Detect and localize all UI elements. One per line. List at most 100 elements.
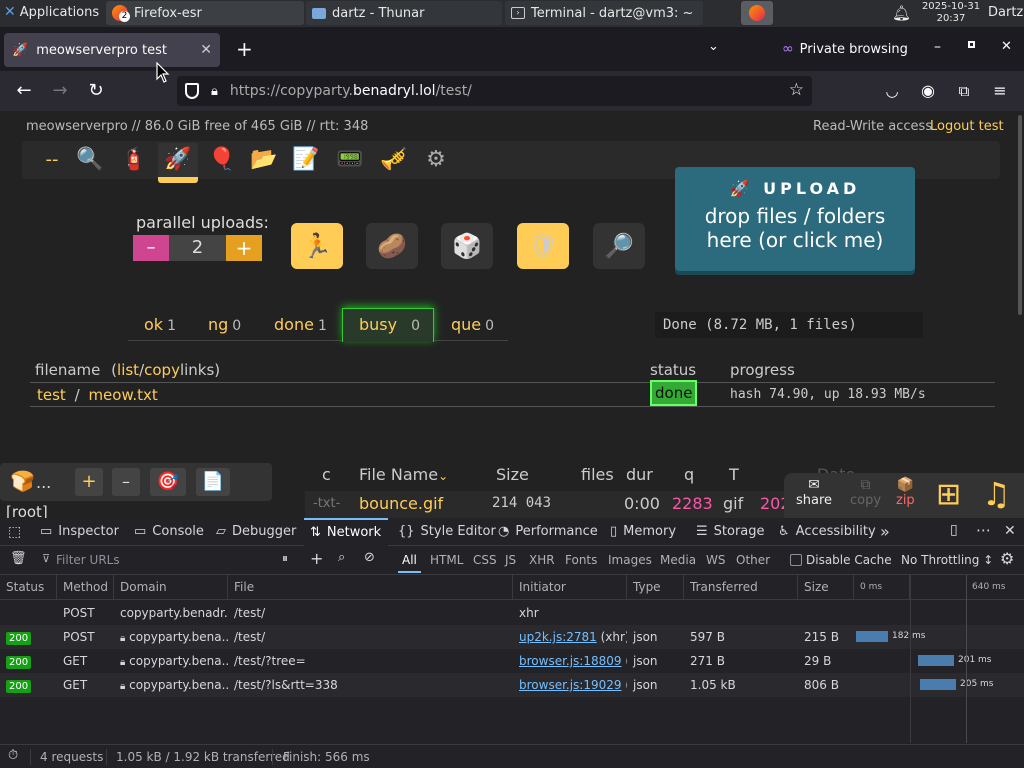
tab-busy[interactable]: busy 0 xyxy=(342,308,434,342)
zip-button[interactable]: 📦 zip xyxy=(896,477,915,508)
fire-extinguisher-icon[interactable]: 🧯 xyxy=(114,143,154,177)
col-size[interactable]: Size xyxy=(798,575,854,600)
devtools-menu-icon[interactable]: ⋯ xyxy=(976,521,991,539)
col-filename-sort[interactable]: File Name⌄ xyxy=(359,465,448,484)
page-icon[interactable]: 📄 xyxy=(196,468,230,496)
filter-ws[interactable]: WS xyxy=(706,553,725,567)
disable-cache-checkbox[interactable] xyxy=(790,554,802,566)
filter-images[interactable]: Images xyxy=(608,553,652,567)
col-domain[interactable]: Domain xyxy=(114,575,228,600)
tab-ok[interactable]: ok 1 xyxy=(128,309,176,341)
filter-urls-input[interactable]: Filter URLs xyxy=(56,553,256,567)
task-terminal[interactable]: › Terminal - dartz@vm3: ~ xyxy=(505,1,703,25)
tree-toggle-ellipsis[interactable]: ... xyxy=(36,473,51,492)
pause-icon[interactable]: ⏸︎ xyxy=(282,551,288,566)
extensions-puzzle-icon[interactable]: ⧉ xyxy=(952,79,976,103)
tab-network[interactable]: ⇅ Network xyxy=(304,518,388,546)
notification-bell-icon[interactable]: 🔔︎ xyxy=(892,4,911,22)
user-menu[interactable]: Dartz xyxy=(988,5,1023,20)
col-method[interactable]: Method xyxy=(57,575,114,600)
reload-icon[interactable]: ↻ xyxy=(84,79,108,103)
copy-links-link[interactable]: copy xyxy=(144,361,180,379)
tree-root-label[interactable]: [root] xyxy=(6,503,48,518)
url-bar[interactable]: 🔒︎ https://copyparty.benadryl.lol/test/ … xyxy=(177,76,812,106)
account-icon[interactable]: ◉ xyxy=(916,79,940,103)
page-scrollbar[interactable] xyxy=(1018,115,1022,315)
filter-html[interactable]: HTML xyxy=(430,553,463,567)
upload-dropzone[interactable]: 🚀 UPLOAD drop files / folders here (or c… xyxy=(675,167,915,271)
rocket-upload-icon[interactable]: 🚀 xyxy=(158,143,198,177)
padlock-icon[interactable]: 🔒︎ xyxy=(211,84,218,99)
dock-side-icon[interactable]: ▯ xyxy=(950,522,958,538)
potato-toggle-icon[interactable]: 🥔 xyxy=(366,223,418,269)
clock[interactable]: 2025-10-31 20:37 xyxy=(916,1,986,25)
col-transferred[interactable]: Transferred xyxy=(684,575,798,600)
filter-other[interactable]: Other xyxy=(736,553,770,567)
maximize-icon[interactable] xyxy=(968,41,975,48)
tab-meowserverpro[interactable]: 🚀 meowserverpro test ✕ xyxy=(4,33,220,67)
runner-toggle-icon[interactable]: 🏃 xyxy=(291,223,343,269)
col-status[interactable]: Status xyxy=(0,575,57,600)
minimize-icon[interactable]: – xyxy=(934,39,941,55)
task-firefox[interactable]: 2 Firefox-esr xyxy=(106,1,304,25)
filter-media[interactable]: Media xyxy=(660,553,696,567)
keyboard-icon[interactable]: 📟 xyxy=(330,143,370,177)
tab-memory[interactable]: ▯ Memory xyxy=(610,518,676,546)
share-button[interactable]: ✉ share xyxy=(796,477,832,508)
dir-link[interactable]: test xyxy=(37,386,66,404)
initiator-link[interactable]: up2k.js:2781 xyxy=(519,630,597,644)
tab-done[interactable]: done 1 xyxy=(258,309,327,341)
request-row[interactable]: POST copyparty.benadr... /test/ xhr xyxy=(0,601,1024,625)
font-decrease-button[interactable]: – xyxy=(112,468,140,496)
clear-trash-icon[interactable]: 🗑︎ xyxy=(10,551,27,566)
parallel-decrease-button[interactable]: – xyxy=(133,235,169,261)
col-initiator[interactable]: Initiator xyxy=(513,575,627,600)
tab-storage[interactable]: ☰ Storage xyxy=(696,518,765,546)
initiator-link[interactable]: browser.js:18809 xyxy=(519,654,622,668)
parallel-count-input[interactable]: 2 xyxy=(169,235,226,261)
tracking-shield-icon[interactable] xyxy=(185,83,199,99)
col-type[interactable]: Type xyxy=(627,575,684,600)
performance-analysis-icon[interactable]: ⏱ xyxy=(8,748,18,763)
filter-xhr[interactable]: XHR xyxy=(529,553,555,567)
col-t[interactable]: T xyxy=(729,465,739,484)
devtools-close-icon[interactable]: ✕ xyxy=(1004,523,1016,539)
search-magnifier-icon[interactable]: 🔍 xyxy=(70,143,110,177)
list-all-tabs-icon[interactable]: ⌄ xyxy=(708,39,719,54)
pocket-icon[interactable]: ◡ xyxy=(880,79,904,103)
col-dur[interactable]: dur xyxy=(626,465,653,484)
target-icon[interactable]: 🎯 xyxy=(150,468,186,496)
col-files[interactable]: files xyxy=(581,465,614,484)
close-window-icon[interactable]: ✕ xyxy=(1001,39,1012,54)
search-toggle-icon[interactable]: 🔎 xyxy=(593,223,645,269)
file-name-link[interactable]: bounce.gif xyxy=(359,494,443,513)
hamburger-menu-icon[interactable]: ≡ xyxy=(988,79,1012,103)
request-row[interactable]: 200 GET 🔒︎ copyparty.bena... /test/?tree… xyxy=(0,649,1024,673)
forward-arrow-icon[interactable]: → xyxy=(48,79,72,103)
grid-view-icon[interactable]: ⊞ xyxy=(936,477,961,512)
file-link[interactable]: meow.txt xyxy=(88,386,157,404)
add-request-icon[interactable]: + xyxy=(310,549,323,568)
tab-inspector[interactable]: ▭ Inspector xyxy=(40,518,119,546)
block-urls-icon[interactable]: ⊘ xyxy=(364,550,375,565)
tab-que[interactable]: que 0 xyxy=(435,309,494,341)
element-picker-icon[interactable]: ⬚ xyxy=(8,524,21,540)
applications-menu[interactable]: ✕ Applications ⋮ xyxy=(4,4,114,20)
copy-button[interactable]: ⧉ copy xyxy=(850,477,881,508)
dice-toggle-icon[interactable]: 🎲 xyxy=(441,223,493,269)
gear-settings-icon[interactable]: ⚙ xyxy=(416,143,456,177)
network-settings-gear-icon[interactable]: ⚙ xyxy=(1000,549,1014,568)
folder-icon[interactable]: 📂 xyxy=(244,143,284,177)
shield-toggle-icon[interactable]: 🛡 xyxy=(517,223,569,269)
request-row[interactable]: 200 GET 🔒︎ copyparty.bena... /test/?ls&r… xyxy=(0,673,1024,697)
firefox-launcher[interactable] xyxy=(741,1,773,25)
initiator-link[interactable]: browser.js:19029 xyxy=(519,678,622,692)
col-c[interactable]: c xyxy=(322,465,331,484)
font-increase-button[interactable]: + xyxy=(75,468,103,496)
tab-debugger[interactable]: ▱ Debugger xyxy=(216,518,296,546)
back-arrow-icon[interactable]: ← xyxy=(12,79,36,103)
more-tools-chevron-icon[interactable]: » xyxy=(880,522,890,541)
bread-icon[interactable]: 🍞 xyxy=(10,469,35,493)
tab-accessibility[interactable]: ♿︎ Accessibility xyxy=(778,518,876,546)
throttling-select[interactable]: No Throttling ↕ xyxy=(901,553,993,567)
